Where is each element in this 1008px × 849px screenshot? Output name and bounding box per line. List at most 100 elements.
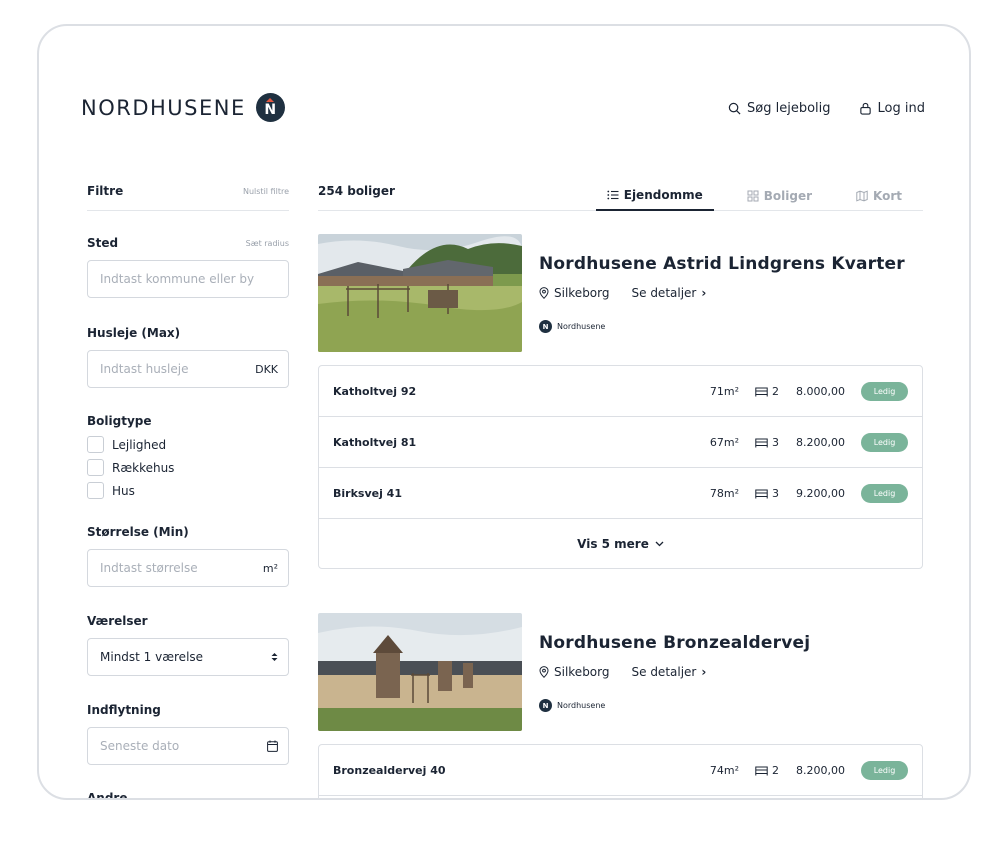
unit-row[interactable]: Birksvej 41 78m² 3 9.200,00 Ledig — [319, 468, 922, 519]
unit-price: 9.200,00 — [796, 486, 845, 500]
calendar-icon[interactable] — [267, 740, 278, 752]
search-icon — [728, 102, 741, 115]
type-filter: Boligtype Lejlighed Rækkehus Hus — [87, 414, 289, 499]
unit-address: Bronzealdervej 40 — [333, 763, 446, 777]
see-details-link[interactable]: Se detaljer › — [632, 286, 707, 300]
results-count: 254 boliger — [318, 184, 395, 198]
status-badge: Ledig — [861, 381, 908, 401]
type-label: Boligtype — [87, 414, 152, 428]
rooms-label: Værelser — [87, 614, 148, 628]
unit-area: 78m² — [709, 486, 739, 500]
property-photo[interactable] — [318, 613, 522, 731]
grid-icon — [747, 190, 759, 202]
property-location: Silkeborg — [539, 286, 610, 300]
size-label: Størrelse (Min) — [87, 525, 189, 539]
login-link[interactable]: Log ind — [859, 101, 925, 116]
unit-price: 8.000,00 — [796, 384, 845, 398]
unit-row[interactable]: Katholtvej 92 71m² 2 8.000,00 Ledig — [319, 366, 922, 417]
unit-rooms: 3 — [755, 487, 793, 500]
results-header: 254 boliger Ejendomme Boliger Kort — [318, 181, 923, 211]
unit-area: 74m² — [709, 763, 739, 777]
status-badge: Ledig — [861, 432, 908, 452]
logo[interactable]: NORDHUSENE N — [81, 93, 285, 122]
unit-rooms: 2 — [755, 385, 793, 398]
set-radius-link[interactable]: Sæt radius — [246, 239, 289, 248]
unit-row[interactable]: Katholtvej 81 67m² 3 8.200,00 Ledig — [319, 417, 922, 468]
tab-properties[interactable]: Ejendomme — [595, 181, 714, 211]
location-input[interactable]: Indtast kommune eller by — [87, 260, 289, 298]
brand-logo-icon: N — [539, 320, 552, 333]
location-pin-icon — [539, 287, 549, 299]
view-tabs: Ejendomme Boliger Kort — [595, 181, 913, 211]
rent-input[interactable]: Indtast husleje DKK — [87, 350, 289, 388]
unit-address: Katholtvej 92 — [333, 384, 417, 398]
lock-icon — [859, 102, 871, 115]
show-more-button[interactable]: Vis 5 mere — [319, 519, 922, 568]
divider — [87, 210, 289, 211]
property-card: Nordhusene Bronzealdervej Silkeborg Se d… — [318, 613, 923, 798]
rent-currency: DKK — [255, 362, 278, 376]
tab-map[interactable]: Kort — [845, 181, 913, 211]
property-brand: N Nordhusene — [539, 699, 605, 712]
logo-text: NORDHUSENE — [81, 95, 246, 120]
unit-address: Birksvej 41 — [333, 486, 402, 500]
chevron-right-icon: › — [701, 286, 707, 300]
property-meta: Silkeborg Se detaljer › — [539, 665, 706, 679]
unit-price: 8.200,00 — [796, 435, 845, 449]
bed-icon — [755, 387, 768, 396]
filter-header: Filtre Nulstil filtre — [87, 181, 289, 201]
select-arrows-icon — [271, 653, 278, 661]
movein-date-input[interactable]: Seneste dato — [87, 727, 289, 765]
chevron-down-icon — [655, 541, 664, 546]
search-rental-link[interactable]: Søg lejebolig — [728, 101, 831, 116]
property-location: Silkeborg — [539, 665, 610, 679]
size-unit: m² — [262, 561, 278, 575]
unit-rooms: 3 — [755, 436, 793, 449]
property-photo[interactable] — [318, 234, 522, 352]
checkbox[interactable] — [87, 459, 104, 476]
unit-rooms: 2 — [755, 764, 793, 777]
checkbox-townhouse[interactable]: Rækkehus — [87, 459, 289, 476]
see-details-link[interactable]: Se detaljer › — [632, 665, 707, 679]
size-input[interactable]: Indtast størrelse m² — [87, 549, 289, 587]
property-brand: N Nordhusene — [539, 320, 605, 333]
unit-address: Katholtvej 81 — [333, 435, 417, 449]
unit-list: Bronzealdervej 40 74m² 2 8.200,00 Ledig — [318, 744, 923, 798]
checkbox-apartment[interactable]: Lejlighed — [87, 436, 289, 453]
browser-frame: NORDHUSENE N Søg lejebolig Log ind Filtr… — [37, 24, 971, 800]
checkbox-house[interactable]: Hus — [87, 482, 289, 499]
reset-filters-link[interactable]: Nulstil filtre — [243, 187, 289, 196]
brand-logo-icon: N — [539, 699, 552, 712]
checkbox[interactable] — [87, 482, 104, 499]
rent-label: Husleje (Max) — [87, 326, 181, 340]
logo-mark-icon: N — [255, 93, 285, 122]
size-filter: Størrelse (Min) Indtast størrelse m² — [87, 525, 289, 587]
property-title[interactable]: Nordhusene Bronzealdervej — [539, 633, 810, 653]
location-label: Sted — [87, 236, 119, 250]
movein-filter: Indflytning Seneste dato — [87, 703, 289, 765]
status-badge: Ledig — [861, 760, 908, 780]
checkbox[interactable] — [87, 436, 104, 453]
property-meta: Silkeborg Se detaljer › — [539, 286, 706, 300]
login-label: Log ind — [877, 101, 925, 116]
other-filter: Andre — [87, 791, 289, 798]
unit-area: 71m² — [709, 384, 739, 398]
list-icon — [607, 190, 619, 200]
filter-sidebar: Filtre Nulstil filtre Sted Sæt radius In… — [87, 181, 289, 798]
bed-icon — [755, 766, 768, 775]
property-title[interactable]: Nordhusene Astrid Lindgrens Kvarter — [539, 254, 905, 274]
unit-row[interactable]: Bronzealdervej 40 74m² 2 8.200,00 Ledig — [319, 745, 922, 796]
location-filter: Sted Sæt radius Indtast kommune eller by — [87, 236, 289, 298]
status-badge: Ledig — [861, 483, 908, 503]
tab-homes[interactable]: Boliger — [736, 181, 823, 211]
unit-row[interactable] — [319, 796, 922, 798]
rooms-select[interactable]: Mindst 1 værelse — [87, 638, 289, 676]
filter-title: Filtre — [87, 184, 124, 198]
bed-icon — [755, 438, 768, 447]
page: NORDHUSENE N Søg lejebolig Log ind Filtr… — [39, 26, 969, 798]
movein-label: Indflytning — [87, 703, 161, 717]
location-pin-icon — [539, 666, 549, 678]
property-card: Nordhusene Astrid Lindgrens Kvarter Silk… — [318, 234, 923, 569]
bed-icon — [755, 489, 768, 498]
unit-area: 67m² — [709, 435, 739, 449]
